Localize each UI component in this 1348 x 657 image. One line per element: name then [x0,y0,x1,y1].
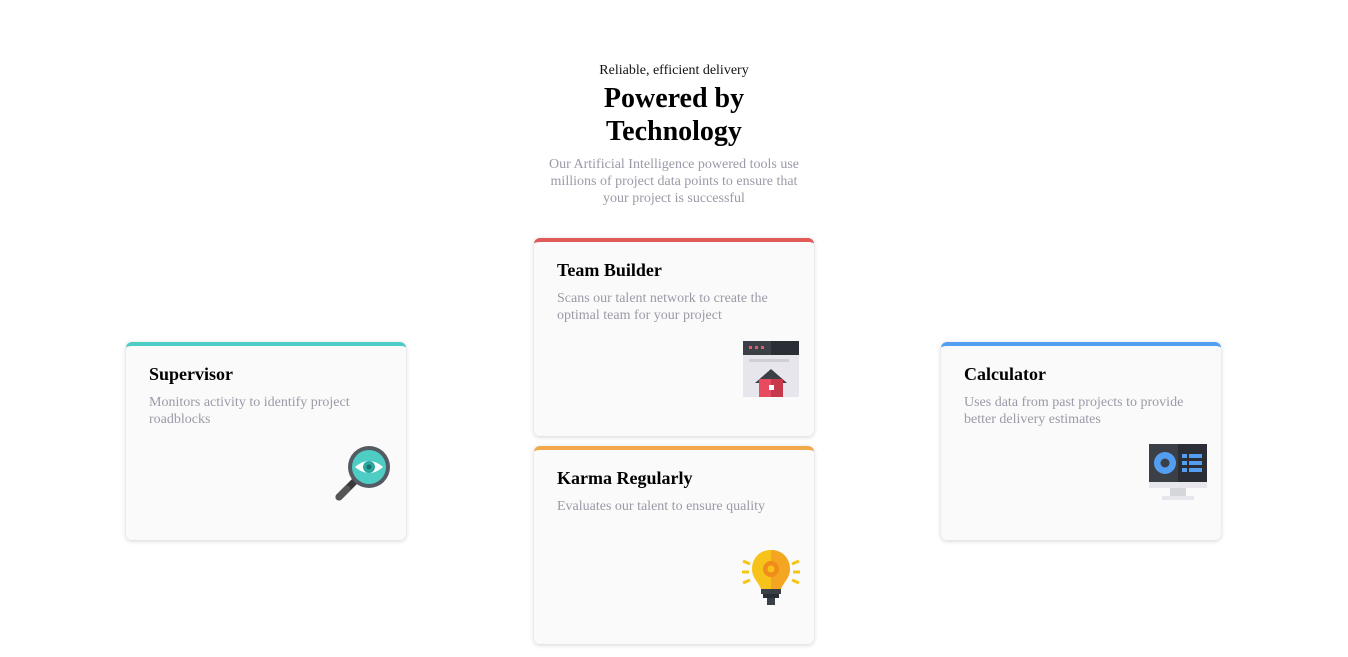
page: Reliable, efficient delivery Powered by … [0,0,1348,657]
card-karma-regularly: Karma Regularly Evaluates our talent to … [534,446,814,644]
lightbulb-gear-icon [741,547,801,607]
card-title: Calculator [964,364,1046,384]
card-description: Evaluates our talent to ensure quality [557,499,765,514]
section-header: Reliable, efficient delivery Powered by … [0,62,1348,207]
card-title: Supervisor [149,364,234,384]
monitor-chart-icon [1148,443,1208,503]
card-team-builder: Team Builder Scans our talent network to… [534,238,814,436]
card-calculator: Calculator Uses data from past projects … [941,342,1221,540]
card-description: Scans our talent network to create the o… [557,291,768,323]
card-supervisor: Supervisor Monitors activity to identify… [126,342,406,540]
eyebrow-text: Reliable, efficient delivery [599,63,749,78]
page-subtitle: Our Artificial Intelligence powered tool… [549,157,799,206]
card-description: Monitors activity to identify project ro… [149,395,350,427]
card-description: Uses data from past projects to provide … [964,395,1184,427]
card-title: Karma Regularly [557,468,693,488]
card-title: Team Builder [557,260,662,280]
magnifier-eye-icon [333,443,393,503]
browser-house-icon [741,339,801,399]
page-title: Powered by Technology [603,83,745,147]
